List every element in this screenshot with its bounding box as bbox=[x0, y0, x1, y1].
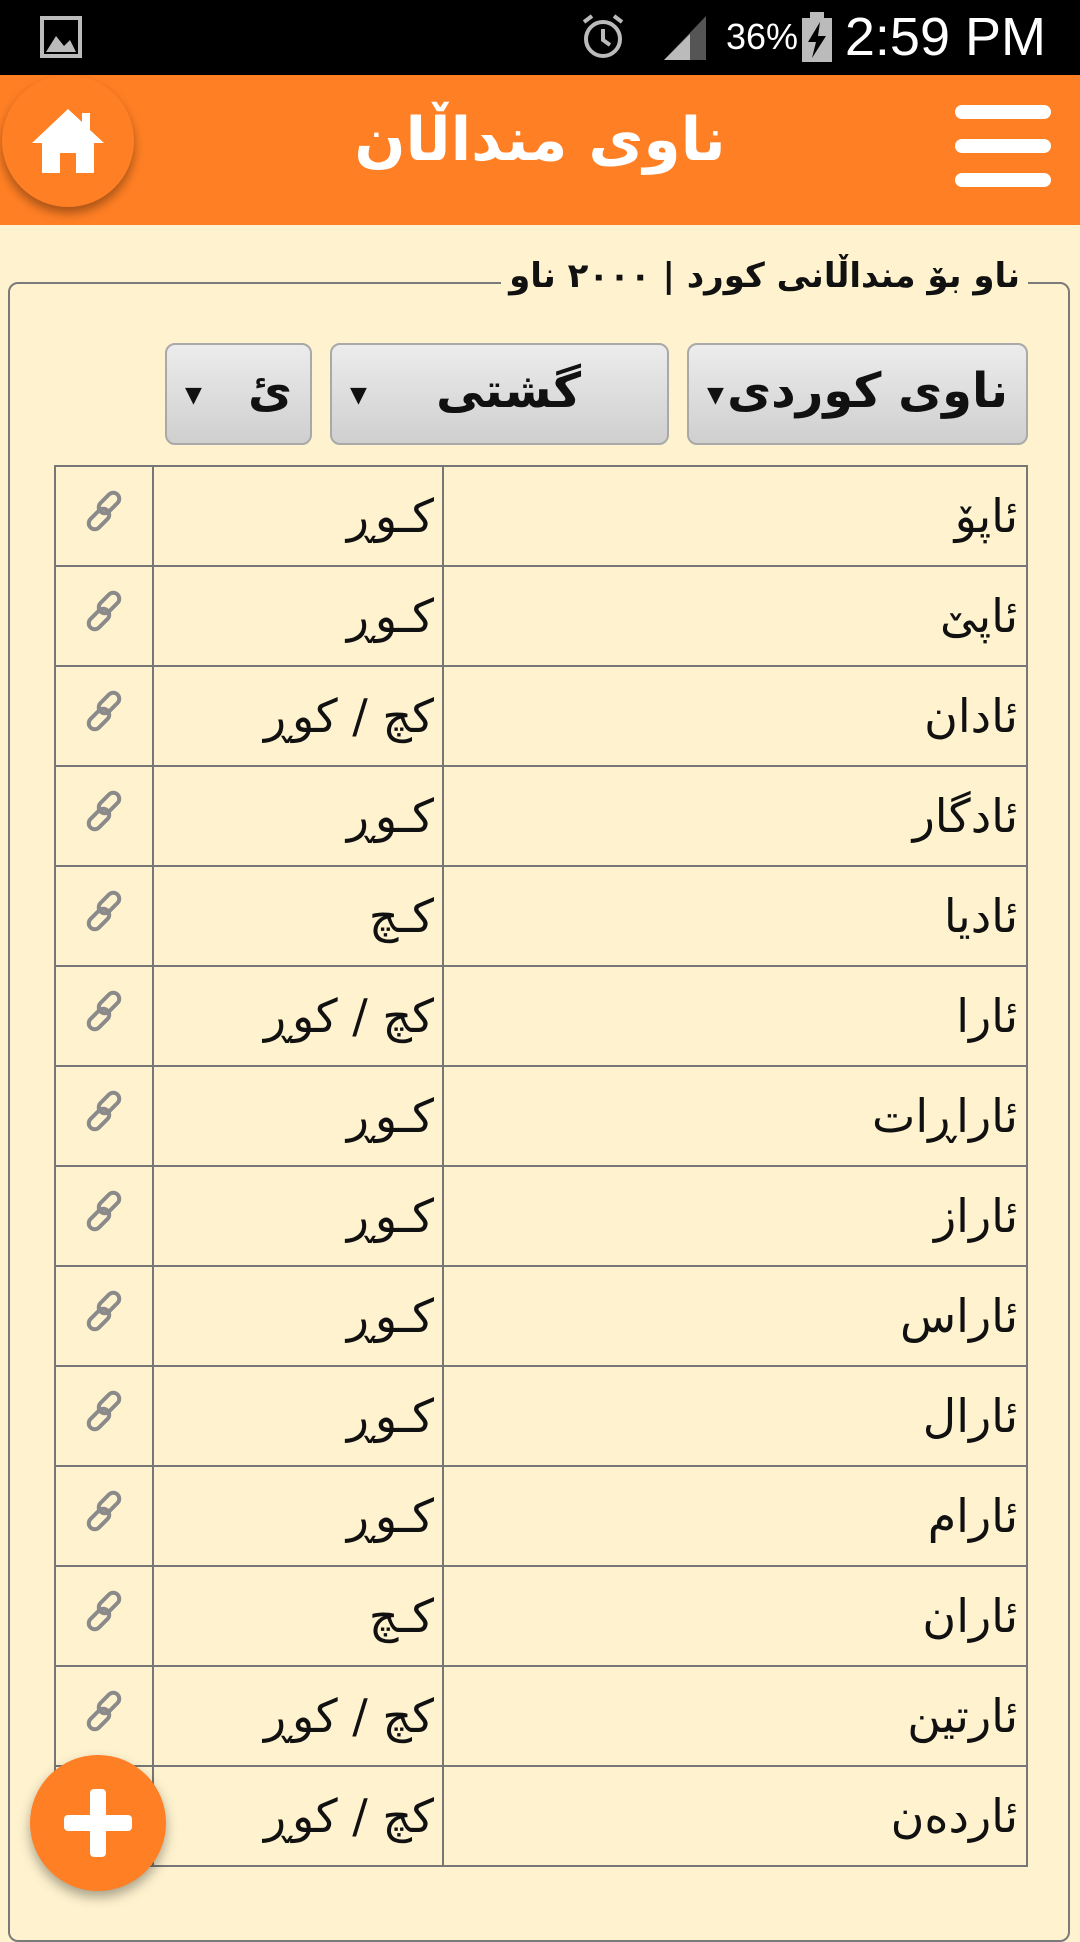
name-cell: ئاپێ bbox=[442, 565, 1028, 667]
plus-icon bbox=[64, 1789, 132, 1857]
status-bar: 36% 2:59 PM bbox=[0, 0, 1080, 75]
gender-cell: کـوڕ bbox=[152, 565, 444, 667]
link-button[interactable] bbox=[54, 1165, 154, 1267]
table-row[interactable]: کـوڕ ئاراڕات bbox=[54, 1065, 1028, 1167]
table-row[interactable]: کـوڕ ئاراس bbox=[54, 1265, 1028, 1367]
link-button[interactable] bbox=[54, 865, 154, 967]
alarm-icon bbox=[582, 14, 624, 58]
gender-cell: کـچ bbox=[152, 865, 444, 967]
link-icon bbox=[86, 1590, 122, 1631]
category-dropdown-value: گشتی bbox=[436, 363, 581, 419]
gender-cell: کـوڕ bbox=[152, 1165, 444, 1267]
link-button[interactable] bbox=[54, 1365, 154, 1467]
panel-legend: ناو بۆ منداڵانی کورد | ٢٠٠٠ ناو bbox=[501, 256, 1028, 296]
name-cell: ئاراڕات bbox=[442, 1065, 1028, 1167]
link-icon bbox=[86, 1290, 122, 1331]
gender-cell: کـوڕ bbox=[152, 1365, 444, 1467]
table-row[interactable]: کچ / کوڕ ئادان bbox=[54, 665, 1028, 767]
link-icon bbox=[86, 1390, 122, 1431]
gender-cell: کـوڕ bbox=[152, 465, 444, 567]
menu-bar bbox=[955, 139, 1051, 153]
app-header: ناوی منداڵان bbox=[0, 75, 1080, 225]
name-cell: ئاراس bbox=[442, 1265, 1028, 1367]
gender-cell: کـوڕ bbox=[152, 1065, 444, 1167]
name-cell: ئادگار bbox=[442, 765, 1028, 867]
letter-dropdown[interactable]: ئ ▼ bbox=[165, 343, 312, 445]
link-button[interactable] bbox=[54, 465, 154, 567]
gender-cell: کـوڕ bbox=[152, 1265, 444, 1367]
battery-percent: 36% bbox=[726, 16, 799, 57]
hamburger-menu-button[interactable] bbox=[955, 105, 1051, 195]
names-table: کـوڕ ئاپۆ کـوڕ ئاپێ کچ / کوڕ ئادان کـوڕ ئادگار ک… bbox=[54, 465, 1028, 1867]
name-type-dropdown[interactable]: ناوی کوردی ▼ bbox=[687, 343, 1028, 445]
gender-cell: کچ / کوڕ bbox=[152, 665, 444, 767]
table-row[interactable]: کـچ ئاران bbox=[54, 1565, 1028, 1667]
table-row[interactable]: کچ / کوڕ ئارتین bbox=[54, 1665, 1028, 1767]
category-dropdown[interactable]: گشتی ▼ bbox=[330, 343, 669, 445]
gender-cell: کچ / کوڕ bbox=[152, 1665, 444, 1767]
gender-cell: کـچ bbox=[152, 1565, 444, 1667]
gender-cell: کچ / کوڕ bbox=[152, 965, 444, 1067]
link-button[interactable] bbox=[54, 1465, 154, 1567]
link-icon bbox=[86, 690, 122, 731]
dropdown-arrow-icon: ▼ bbox=[185, 383, 202, 408]
menu-bar bbox=[955, 173, 1051, 187]
link-icon bbox=[86, 890, 122, 931]
table-row[interactable]: کـوڕ ئاپێ bbox=[54, 565, 1028, 667]
link-icon bbox=[86, 1690, 122, 1731]
link-button[interactable] bbox=[54, 1265, 154, 1367]
table-row[interactable]: کـوڕ ئاراز bbox=[54, 1165, 1028, 1267]
table-row[interactable]: کچ / کوڕ ئاردەن bbox=[54, 1765, 1028, 1867]
add-button[interactable] bbox=[30, 1755, 166, 1891]
name-cell: ئارام bbox=[442, 1465, 1028, 1567]
link-button[interactable] bbox=[54, 1565, 154, 1667]
name-cell: ئاپۆ bbox=[442, 465, 1028, 567]
name-cell: ئاردەن bbox=[442, 1765, 1028, 1867]
names-table-body: کـوڕ ئاپۆ کـوڕ ئاپێ کچ / کوڕ ئادان کـوڕ ئادگار ک… bbox=[54, 465, 1028, 1867]
table-row[interactable]: کـچ ئادیا bbox=[54, 865, 1028, 967]
name-cell: ئادان bbox=[442, 665, 1028, 767]
battery-charging-icon bbox=[802, 12, 832, 62]
name-cell: ئادیا bbox=[442, 865, 1028, 967]
link-icon bbox=[86, 1490, 122, 1531]
signal-icon bbox=[664, 16, 706, 60]
link-icon bbox=[86, 790, 122, 831]
name-cell: ئارا bbox=[442, 965, 1028, 1067]
gender-cell: کـوڕ bbox=[152, 1465, 444, 1567]
link-icon bbox=[86, 590, 122, 631]
link-button[interactable] bbox=[54, 765, 154, 867]
menu-bar bbox=[955, 105, 1051, 119]
status-clock: 2:59 PM bbox=[844, 7, 1046, 67]
link-icon bbox=[86, 1190, 122, 1231]
dropdown-arrow-icon: ▼ bbox=[350, 383, 367, 408]
name-cell: ئارتین bbox=[442, 1665, 1028, 1767]
table-row[interactable]: کـوڕ ئاپۆ bbox=[54, 465, 1028, 567]
gender-cell: کـوڕ bbox=[152, 765, 444, 867]
dropdown-arrow-icon: ▼ bbox=[707, 383, 724, 408]
table-row[interactable]: کچ / کوڕ ئارا bbox=[54, 965, 1028, 1067]
name-cell: ئاران bbox=[442, 1565, 1028, 1667]
link-button[interactable] bbox=[54, 565, 154, 667]
page-title: ناوی منداڵان bbox=[354, 105, 726, 175]
link-icon bbox=[86, 490, 122, 531]
name-cell: ئاراز bbox=[442, 1165, 1028, 1267]
gender-cell: کچ / کوڕ bbox=[152, 1765, 444, 1867]
name-type-dropdown-value: ناوی کوردی bbox=[727, 363, 1008, 419]
letter-dropdown-value: ئ bbox=[248, 363, 292, 419]
table-row[interactable]: کـوڕ ئادگار bbox=[54, 765, 1028, 867]
link-button[interactable] bbox=[54, 965, 154, 1067]
table-row[interactable]: کـوڕ ئارام bbox=[54, 1465, 1028, 1567]
link-icon bbox=[86, 1090, 122, 1131]
link-button[interactable] bbox=[54, 1665, 154, 1767]
table-row[interactable]: کـوڕ ئارال bbox=[54, 1365, 1028, 1467]
gallery-icon bbox=[40, 16, 82, 58]
name-cell: ئارال bbox=[442, 1365, 1028, 1467]
link-icon bbox=[86, 990, 122, 1031]
link-button[interactable] bbox=[54, 665, 154, 767]
link-button[interactable] bbox=[54, 1065, 154, 1167]
